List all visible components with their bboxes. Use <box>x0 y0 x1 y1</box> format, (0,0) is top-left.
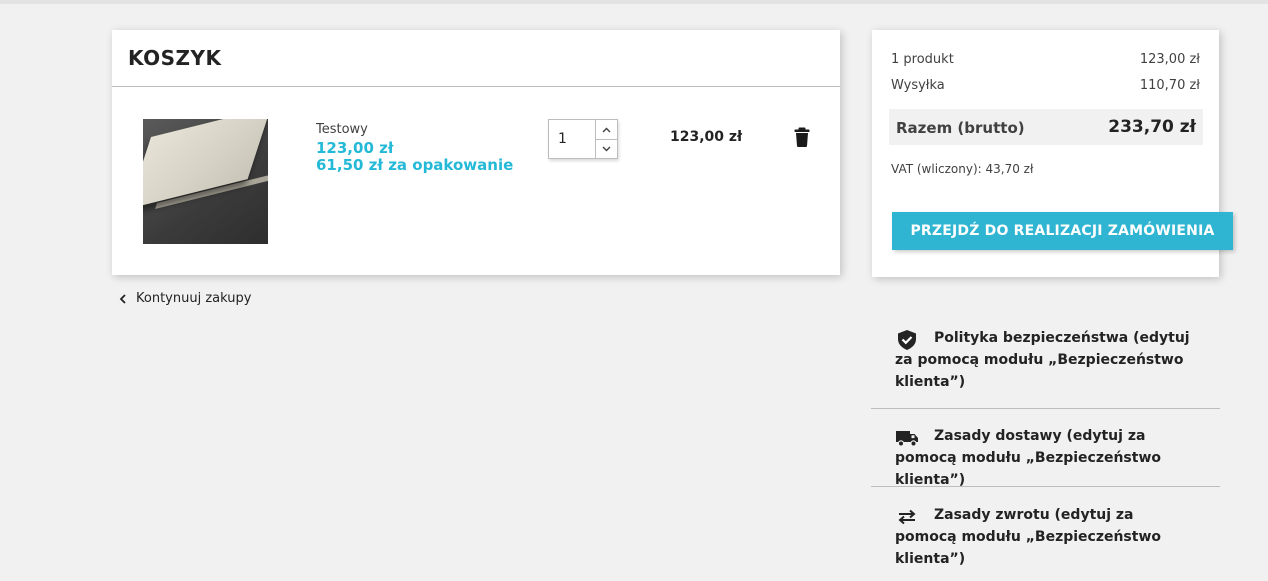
increase-quantity-button[interactable] <box>596 120 617 140</box>
quantity-stepper[interactable]: 1 <box>548 119 618 159</box>
shipping-label: Wysyłka <box>891 78 945 93</box>
products-row: 1 produkt 123,00 zł <box>891 52 1200 67</box>
cart-title: KOSZYK <box>128 46 222 70</box>
shield-check-icon <box>898 330 916 350</box>
chevron-up-icon <box>602 127 611 132</box>
products-label: 1 produkt <box>891 52 954 67</box>
total-row: Razem (brutto) 233,70 zł <box>889 109 1203 145</box>
reassurance-security: Polityka bezpieczeństwa (edytuj za pomoc… <box>871 327 1220 393</box>
continue-shopping-label: Kontynuuj zakupy <box>136 291 252 306</box>
products-value: 123,00 zł <box>1139 52 1200 67</box>
continue-shopping-link[interactable]: Kontynuuj zakupy <box>118 291 251 306</box>
top-border <box>0 0 1268 4</box>
cart-summary: 1 produkt 123,00 zł Wysyłka 110,70 zł Ra… <box>872 30 1233 277</box>
reassurance-returns-text: Zasady zwrotu (edytuj za pomocą modułu „… <box>895 507 1162 567</box>
reassurance-delivery-text: Zasady dostawy (edytuj za pomocą modułu … <box>895 428 1162 488</box>
truck-icon <box>896 431 918 447</box>
reassurance-delivery: Zasady dostawy (edytuj za pomocą modułu … <box>871 425 1220 491</box>
shipping-value: 110,70 zł <box>1139 78 1200 93</box>
cart-panel: KOSZYK Testowy 123,00 zł 61,50 zł za opa… <box>112 30 840 275</box>
product-price: 123,00 zł <box>316 139 394 157</box>
checkout-button[interactable]: PRZEJDŹ DO REALIZACJI ZAMÓWIENIA <box>892 212 1233 250</box>
reassurance-security-text: Polityka bezpieczeństwa (edytuj za pomoc… <box>895 330 1190 390</box>
trash-icon[interactable] <box>793 127 811 147</box>
total-label: Razem (brutto) <box>896 119 1025 137</box>
vat-info: VAT (wliczony): 43,70 zł <box>891 162 1034 176</box>
total-value: 233,70 zł <box>1108 117 1196 137</box>
quantity-buttons <box>595 120 617 158</box>
swap-arrows-icon <box>898 509 916 525</box>
reassurance-returns: Zasady zwrotu (edytuj za pomocą modułu „… <box>871 504 1220 570</box>
quantity-input[interactable]: 1 <box>558 131 567 147</box>
chevron-left-icon <box>119 293 126 304</box>
product-name[interactable]: Testowy <box>316 122 368 137</box>
product-unit-price: 61,50 zł za opakowanie <box>316 156 514 174</box>
shipping-row: Wysyłka 110,70 zł <box>891 78 1200 93</box>
decrease-quantity-button[interactable] <box>596 139 617 158</box>
line-total: 123,00 zł <box>670 129 743 145</box>
chevron-down-icon <box>602 146 611 151</box>
divider <box>112 86 840 87</box>
product-image[interactable] <box>143 119 268 244</box>
